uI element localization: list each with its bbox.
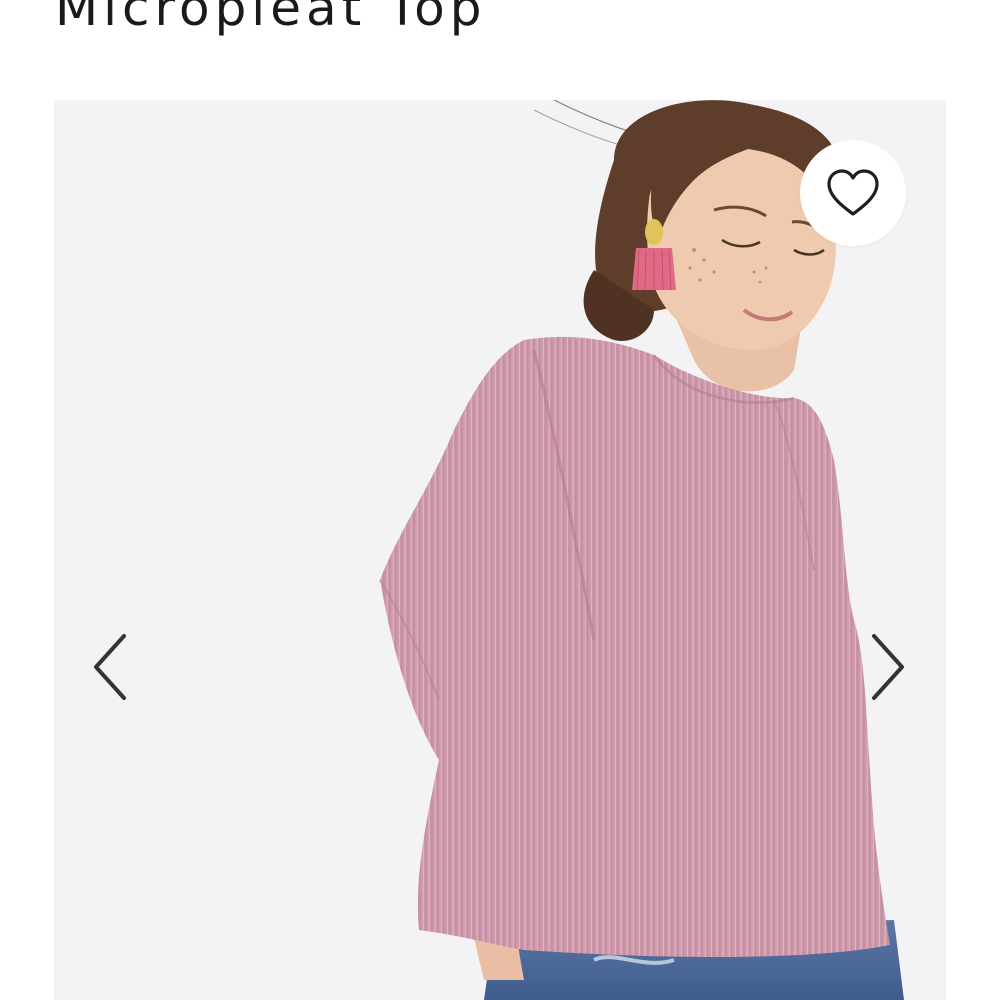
heart-outline-icon	[827, 169, 879, 216]
chevron-right-icon	[872, 634, 904, 700]
product-image-gallery[interactable]	[54, 100, 946, 1000]
product-photo	[54, 100, 946, 1000]
product-title: Micropleat Top	[55, 0, 487, 37]
add-to-favorites-button[interactable]	[800, 140, 906, 246]
chevron-left-icon	[94, 634, 126, 700]
next-image-button[interactable]	[868, 632, 908, 702]
previous-image-button[interactable]	[90, 632, 130, 702]
